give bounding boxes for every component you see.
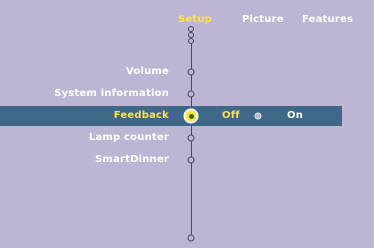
- tab-setup[interactable]: Setup: [178, 14, 212, 26]
- osd-screen: Setup Picture Features Volume System inf…: [0, 0, 374, 248]
- menu-node-volume: [187, 68, 195, 76]
- menu-node-smartdinner: [187, 156, 195, 164]
- track-end-node: [187, 234, 195, 242]
- tab-picture[interactable]: Picture: [242, 14, 284, 26]
- menu-node-lamp-counter: [187, 134, 195, 142]
- option-toggle-knob: [254, 112, 262, 120]
- tab-features[interactable]: Features: [302, 14, 353, 26]
- option-off[interactable]: Off: [222, 110, 240, 122]
- menu-item-smartdinner[interactable]: SmartDinner: [95, 154, 169, 166]
- menu-item-system-information[interactable]: System information: [54, 88, 169, 100]
- menu-track: [190, 30, 192, 236]
- menu-node-system-information: [187, 90, 195, 98]
- option-on[interactable]: On: [287, 110, 303, 122]
- selected-node-knob: [183, 108, 199, 124]
- menu-item-volume[interactable]: Volume: [126, 66, 169, 78]
- menu-item-feedback[interactable]: Feedback: [114, 110, 169, 122]
- tab-indicator-dot: [188, 38, 194, 44]
- menu-item-lamp-counter[interactable]: Lamp counter: [89, 132, 169, 144]
